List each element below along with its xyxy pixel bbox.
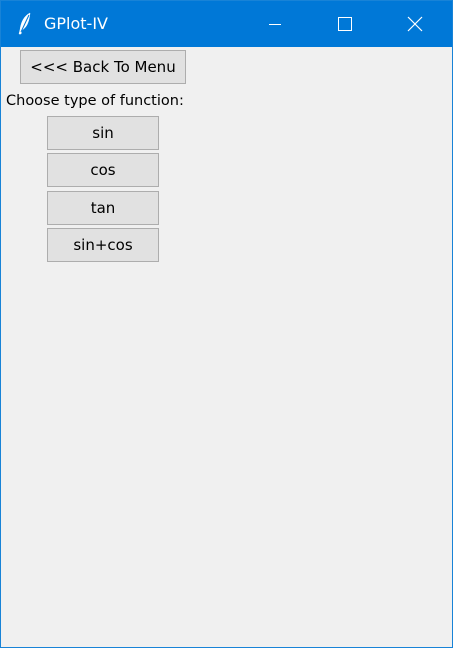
- minimize-icon: [269, 24, 281, 25]
- maximize-icon: [338, 17, 352, 31]
- sin-plus-cos-button[interactable]: sin+cos: [47, 228, 159, 262]
- maximize-button[interactable]: [322, 1, 368, 47]
- close-button[interactable]: [392, 1, 438, 47]
- close-icon: [407, 16, 423, 32]
- tan-button[interactable]: tan: [47, 191, 159, 225]
- back-to-menu-button[interactable]: <<< Back To Menu: [20, 50, 186, 84]
- cos-button[interactable]: cos: [47, 153, 159, 187]
- feather-icon: [15, 12, 35, 36]
- minimize-button[interactable]: [252, 1, 298, 47]
- sin-button[interactable]: sin: [47, 116, 159, 150]
- title-bar[interactable]: GPlot-IV: [1, 1, 452, 47]
- window-title: GPlot-IV: [44, 14, 108, 33]
- function-type-label: Choose type of function:: [6, 93, 184, 109]
- app-window: GPlot-IV <<< Back To Menu Choose type of…: [0, 0, 453, 648]
